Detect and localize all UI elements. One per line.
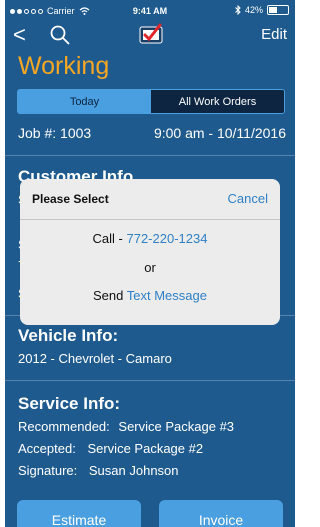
status-bar: Carrier 9:41 AM 42% bbox=[5, 0, 295, 22]
call-row: Call - 772-220-1234 bbox=[20, 231, 280, 246]
phone-link[interactable]: 772-220-1234 bbox=[126, 231, 207, 246]
status-right: 42% bbox=[235, 5, 289, 15]
divider bbox=[5, 155, 295, 156]
accepted-row: Accepted: Service Package #2 bbox=[18, 441, 203, 456]
job-datetime: 9:00 am - 10/11/2016 bbox=[153, 125, 286, 141]
service-info-heading: Service Info: bbox=[18, 394, 121, 413]
accepted-label: Accepted: bbox=[18, 441, 76, 456]
nav-bar: < Edit bbox=[5, 20, 295, 50]
job-row: Job #: 1003 9:00 am - 10/11/2016 bbox=[18, 125, 286, 141]
battery-icon bbox=[267, 5, 289, 15]
call-label: Call - bbox=[92, 231, 127, 246]
signature-row: Signature: Susan Johnson bbox=[18, 463, 179, 478]
battery-percent: 42% bbox=[244, 5, 263, 15]
phone-screen: Carrier 9:41 AM 42% < Edit Working Today… bbox=[5, 0, 295, 527]
vehicle-info-heading: Vehicle Info: bbox=[18, 326, 119, 345]
send-label: Send bbox=[93, 288, 127, 303]
work-order-segmented-control: Today All Work Orders bbox=[17, 89, 285, 114]
tab-all-work-orders[interactable]: All Work Orders bbox=[151, 90, 284, 113]
recommended-row: Recommended: Service Package #3 bbox=[18, 419, 234, 434]
cancel-button[interactable]: Cancel bbox=[228, 191, 268, 206]
estimate-button[interactable]: Estimate bbox=[17, 500, 141, 527]
bluetooth-icon bbox=[235, 5, 241, 15]
dialog-divider bbox=[20, 219, 280, 220]
or-label: or bbox=[144, 260, 156, 275]
contact-select-dialog: Please Select Cancel Call - 772-220-1234… bbox=[20, 179, 280, 325]
dialog-title: Please Select bbox=[32, 192, 109, 206]
job-number: Job #: 1003 bbox=[18, 125, 92, 141]
recommended-value: Service Package #3 bbox=[118, 419, 235, 434]
invoice-button[interactable]: Invoice bbox=[159, 500, 283, 527]
accepted-value: Service Package #2 bbox=[87, 441, 204, 456]
edit-button[interactable]: Edit bbox=[261, 26, 287, 43]
page-title: Working bbox=[18, 52, 110, 80]
back-chevron-icon[interactable]: < bbox=[13, 22, 26, 48]
recommended-label: Recommended: bbox=[18, 419, 110, 434]
signature-value: Susan Johnson bbox=[88, 463, 179, 478]
checkmark-logo-icon bbox=[139, 23, 163, 44]
vehicle-details: 2012 - Chevrolet - Camaro bbox=[18, 351, 172, 366]
tab-today[interactable]: Today bbox=[18, 90, 151, 113]
signature-label: Signature: bbox=[18, 463, 78, 478]
dialog-header: Please Select Cancel bbox=[20, 179, 280, 219]
battery-fill bbox=[269, 7, 277, 13]
text-message-link[interactable]: Text Message bbox=[127, 288, 207, 303]
text-row: Send Text Message bbox=[20, 288, 280, 303]
search-icon[interactable] bbox=[49, 24, 71, 46]
divider bbox=[5, 380, 295, 381]
